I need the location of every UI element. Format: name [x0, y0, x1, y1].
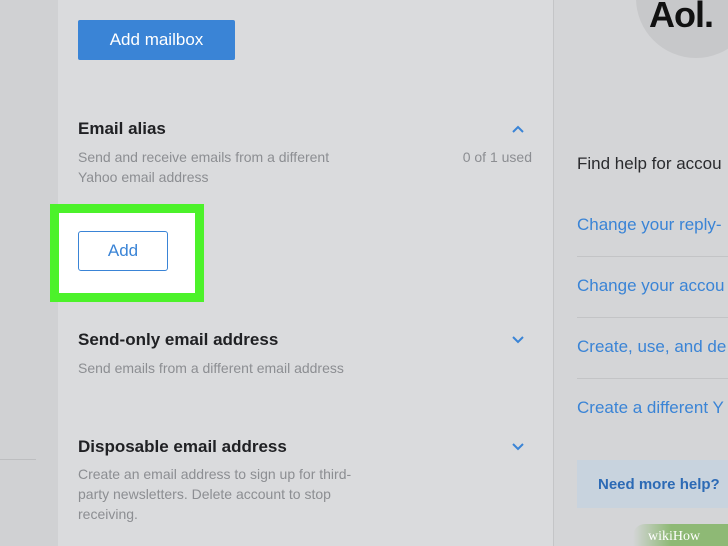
watermark-text: wikiHow — [648, 529, 701, 544]
divider — [577, 378, 728, 379]
email-alias-title: Email alias — [78, 119, 166, 138]
need-more-help-button[interactable]: Need more help? — [577, 460, 728, 508]
help-link-account[interactable]: Change your accou — [577, 276, 724, 296]
chevron-down-icon[interactable] — [509, 439, 527, 453]
send-only-description: Send emails from a different email addre… — [78, 360, 344, 376]
settings-panel: Add mailbox Email alias Send and receive… — [50, 0, 554, 546]
alias-usage-count: 0 of 1 used — [462, 149, 532, 165]
help-heading: Find help for accou — [577, 154, 722, 173]
help-link-create-different[interactable]: Create a different Y — [577, 398, 724, 418]
help-panel: Aol. Find help for accou Change your rep… — [554, 0, 728, 546]
disposable-title: Disposable email address — [78, 437, 287, 456]
wikihow-watermark: wikiHow — [633, 524, 728, 546]
disposable-description: Create an email address to sign up for t… — [78, 466, 352, 522]
send-only-title: Send-only email address — [78, 330, 279, 349]
add-alias-button[interactable]: Add — [78, 231, 168, 271]
chevron-up-icon[interactable] — [509, 122, 527, 136]
email-alias-description: Send and receive emails from a different… — [78, 149, 330, 185]
help-link-create-use[interactable]: Create, use, and de — [577, 337, 726, 357]
add-mailbox-button[interactable]: Add mailbox — [78, 20, 235, 60]
chevron-down-icon[interactable] — [509, 332, 527, 346]
help-link-reply-to[interactable]: Change your reply- — [577, 215, 722, 235]
divider — [0, 459, 36, 460]
divider — [577, 317, 728, 318]
divider — [577, 256, 728, 257]
aol-logo: Aol. — [649, 0, 714, 35]
